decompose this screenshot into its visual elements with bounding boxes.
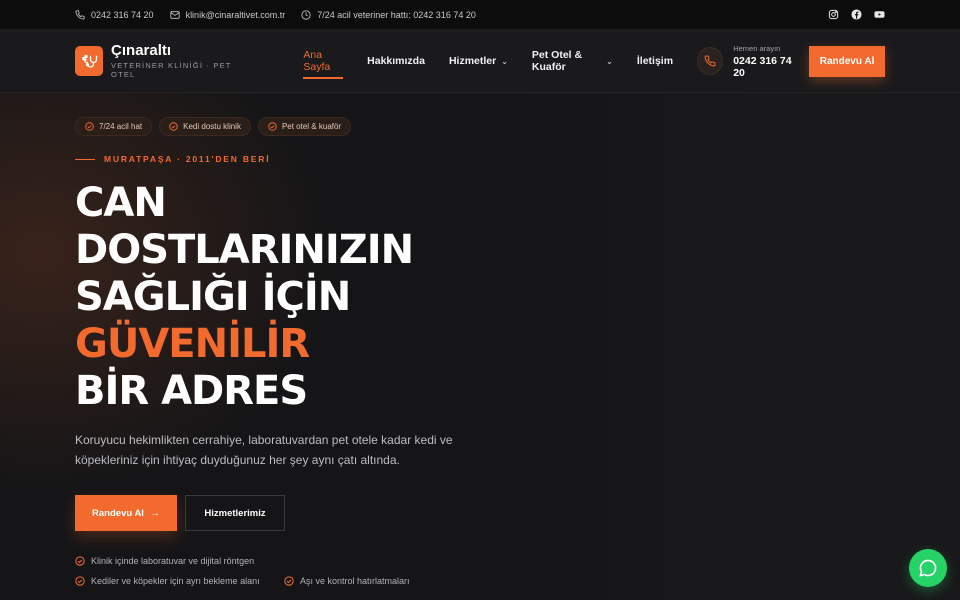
- eyebrow-line: [75, 158, 95, 160]
- phone-icon: [75, 9, 85, 20]
- call-phone: 0242 316 74 20: [733, 54, 792, 79]
- chevron-down-icon: ⌄: [501, 56, 508, 66]
- whatsapp-chat-button[interactable]: [909, 549, 947, 587]
- call-block[interactable]: Hemen arayın 0242 316 74 20: [697, 44, 801, 79]
- check-circle-icon: [169, 122, 178, 131]
- feature-label: Klinik içinde laboratuvar ve dijital rön…: [91, 556, 255, 566]
- check-circle-icon: [268, 122, 277, 131]
- hero-appointment-button[interactable]: Randevu Al →: [75, 495, 177, 531]
- nav-about[interactable]: Hakkımızda: [367, 49, 425, 73]
- nav-services[interactable]: Hizmetler ⌄: [449, 49, 508, 73]
- arrow-right-icon: →: [149, 507, 160, 519]
- topbar-emergency-text: 7/24 acil veteriner hattı: 0242 316 74 2…: [317, 9, 476, 20]
- check-circle-icon: [284, 576, 294, 586]
- site-header: Çınaraltı VETERİNER KLİNİĞİ · PET OTEL A…: [0, 30, 960, 93]
- clock-icon: [301, 9, 311, 20]
- pill-label: Pet otel & kuaför: [281, 122, 342, 131]
- chevron-down-icon: ⌄: [606, 56, 613, 66]
- topbar-email[interactable]: klinik@cinaraltivet.com.tr: [169, 9, 286, 20]
- nav-contact[interactable]: İletişim: [637, 49, 673, 73]
- top-info-bar: 0242 316 74 20 klinik@cinaraltivet.com.t…: [0, 0, 960, 30]
- facebook-icon[interactable]: [851, 9, 862, 20]
- pill-label: 7/24 acil hat: [99, 122, 143, 131]
- hero-services-button[interactable]: Hizmetlerimiz: [185, 495, 285, 531]
- main-nav: Ana Sayfa Hakkımızda Hizmetler ⌄ Pet Otel…: [303, 49, 697, 79]
- headline-line-2: DOSTLARINIZIN: [75, 227, 414, 273]
- headline-line-3: SAĞLIĞI İÇİN: [75, 274, 351, 320]
- paw-stethoscope-icon: [75, 46, 104, 76]
- hero-pills: 7/24 acil hat Kedi dostu klinik Pet otel…: [75, 117, 352, 136]
- chat-bubble-icon: [919, 559, 937, 577]
- feature-item: Kediler ve köpekler için ayrı bekleme al…: [75, 576, 260, 586]
- feature-label: Kediler ve köpekler için ayrı bekleme al…: [91, 576, 260, 586]
- topbar-emergency: 7/24 acil veteriner hattı: 0242 316 74 2…: [301, 10, 476, 20]
- youtube-icon[interactable]: [874, 9, 885, 20]
- instagram-icon[interactable]: [828, 9, 839, 20]
- pill-label: Kedi dostu klinik: [183, 122, 241, 131]
- hero-description: Koruyucu hekimlikten cerrahiye, laboratu…: [75, 433, 453, 467]
- check-circle-icon: [75, 556, 85, 566]
- feature-label: Aşı ve kontrol hatırlatmaları: [300, 576, 410, 586]
- topbar-phone-text: 0242 316 74 20: [91, 9, 154, 20]
- hero-image-area: [510, 93, 960, 600]
- nav-pet-hotel-label: Pet Otel & Kuaför: [531, 49, 583, 73]
- check-circle-icon: [75, 576, 85, 586]
- headline-line-1: CAN: [75, 180, 167, 226]
- nav-contact-label: İletişim: [636, 55, 674, 67]
- pill-emergency: 7/24 acil hat: [75, 117, 153, 136]
- social-links: [828, 9, 885, 20]
- nav-home[interactable]: Ana Sayfa: [303, 49, 343, 79]
- nav-home-label: Ana Sayfa: [303, 49, 331, 73]
- nav-services-label: Hizmetler: [448, 55, 497, 67]
- nav-pet-hotel[interactable]: Pet Otel & Kuaför ⌄: [532, 49, 613, 73]
- hero-headline: CAN DOSTLARINIZIN SAĞLIĞI İÇİN GÜVENİLİR…: [75, 180, 495, 415]
- headline-line-5: BİR ADRES: [75, 368, 308, 414]
- phone-icon: [697, 47, 724, 75]
- eyebrow-text: MURATPAŞA · 2011'DEN BERİ: [104, 154, 271, 164]
- hero-eyebrow: MURATPAŞA · 2011'DEN BERİ: [75, 154, 270, 164]
- feature-item: Aşı ve kontrol hatırlatmaları: [284, 576, 410, 586]
- call-label: Hemen arayın: [733, 43, 781, 53]
- hero-appointment-label: Randevu Al: [92, 507, 144, 519]
- brand-name: Çınaraltı: [111, 42, 172, 59]
- topbar-email-text: klinik@cinaraltivet.com.tr: [185, 9, 286, 20]
- check-circle-icon: [85, 122, 94, 131]
- brand-logo[interactable]: Çınaraltı VETERİNER KLİNİĞİ · PET OTEL: [75, 43, 249, 79]
- pill-pet-hotel: Pet otel & kuaför: [257, 117, 352, 136]
- feature-item: Klinik içinde laboratuvar ve dijital rön…: [75, 556, 254, 566]
- header-appointment-button[interactable]: Randevu Al: [809, 45, 885, 77]
- nav-about-label: Hakkımızda: [367, 55, 425, 67]
- pill-cat-friendly: Kedi dostu klinik: [159, 117, 251, 136]
- brand-subtitle: VETERİNER KLİNİĞİ · PET OTEL: [111, 61, 232, 79]
- mail-icon: [169, 10, 180, 19]
- headline-accent: GÜVENİLİR: [75, 321, 310, 367]
- topbar-phone[interactable]: 0242 316 74 20: [75, 10, 154, 20]
